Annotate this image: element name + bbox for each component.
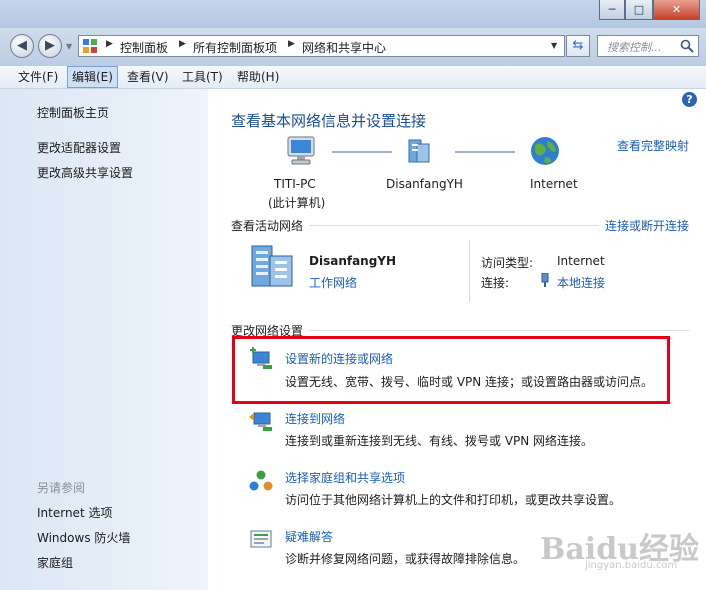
sidebar-item-firewall[interactable]: Windows 防火墙 [37,529,130,546]
troubleshoot-icon [250,530,272,548]
network-type-link[interactable]: 工作网络 [309,274,357,291]
highlight-box [232,336,670,404]
breadcrumb-network-center[interactable]: 网络和共享中心 [302,39,386,56]
minimize-button[interactable]: ─ [599,0,625,20]
sidebar-item-advanced-sharing[interactable]: 更改高级共享设置 [37,164,133,181]
vertical-divider [469,240,470,302]
baidu-watermark-url: jingyan.baidu.com [585,560,678,571]
active-network-name: DisanfangYH [309,254,397,268]
local-connection-link[interactable]: 本地连接 [557,274,605,291]
network-icon [408,139,430,163]
connect-disconnect-link[interactable]: 连接或断开连接 [605,217,689,234]
section-divider [309,225,599,226]
refresh-icon[interactable]: ⇆ [566,35,590,57]
menu-view[interactable]: 查看(V) [123,66,173,88]
task-troubleshoot-desc: 诊断并修复网络问题，或获得故障排除信息。 [285,552,526,566]
map-pc-name: TITI-PC [274,177,316,191]
menu-file[interactable]: 文件(F) [14,66,62,88]
menu-edit[interactable]: 编辑(E) [67,66,118,88]
history-dropdown-icon[interactable]: ▼ [66,42,72,51]
homegroup-icon [249,470,273,491]
breadcrumb-separator-icon[interactable]: ▶ [288,39,295,49]
sidebar-item-home[interactable]: 控制面板主页 [37,104,109,121]
breadcrumb-separator-icon[interactable]: ▶ [106,39,113,49]
close-button[interactable]: ✕ [653,0,700,20]
computer-icon [287,136,315,165]
task-homegroup-desc: 访问位于其他网络计算机上的文件和打印机，或更改共享设置。 [285,493,622,507]
map-connector [455,151,515,153]
ethernet-icon [541,273,549,287]
sidebar-item-adapter-settings[interactable]: 更改适配器设置 [37,139,121,156]
sidebar-item-internet-options[interactable]: Internet 选项 [37,504,112,521]
task-troubleshoot-link[interactable]: 疑难解答 [285,528,333,545]
breadcrumb-control-panel[interactable]: 控制面板 [120,39,168,56]
page-title: 查看基本网络信息并设置连接 [231,112,427,130]
back-button[interactable]: ◀ [10,34,34,58]
map-network-name: DisanfangYH [386,177,463,191]
connect-to-network-icon [249,412,272,431]
access-type-label: 访问类型: [481,256,534,270]
maximize-button[interactable]: □ [625,0,653,20]
section-divider [309,330,689,331]
task-homegroup-link[interactable]: 选择家庭组和共享选项 [285,469,405,486]
map-internet-label: Internet [530,177,578,191]
control-panel-icon [83,39,97,53]
task-connect-network-desc: 连接到或重新连接到无线、有线、拨号或 VPN 网络连接。 [285,434,594,448]
connection-label: 连接: [481,276,510,290]
search-input[interactable]: 搜索控制... [597,35,699,57]
menu-tools[interactable]: 工具(T) [178,66,227,88]
access-type-value: Internet [557,254,605,268]
search-icon[interactable] [680,39,694,53]
work-network-icon [251,245,293,287]
forward-button[interactable]: ▶ [38,34,62,58]
breadcrumb-separator-icon[interactable]: ▶ [179,39,186,49]
map-pc-subtitle: (此计算机) [268,196,326,210]
task-connect-network-link[interactable]: 连接到网络 [285,410,345,427]
view-full-map-link[interactable]: 查看完整映射 [617,137,689,154]
menu-help[interactable]: 帮助(H) [233,66,283,88]
active-networks-header: 查看活动网络 [231,219,304,233]
breadcrumb-all-items[interactable]: 所有控制面板项 [193,39,277,56]
sidebar-item-homegroup[interactable]: 家庭组 [37,554,73,571]
address-dropdown-icon[interactable]: ▼ [551,41,557,50]
map-connector [332,151,392,153]
help-icon[interactable]: ? [682,92,697,107]
search-placeholder: 搜索控制... [607,41,662,54]
internet-globe-icon [531,137,559,165]
see-also-header: 另请参阅 [37,481,86,495]
